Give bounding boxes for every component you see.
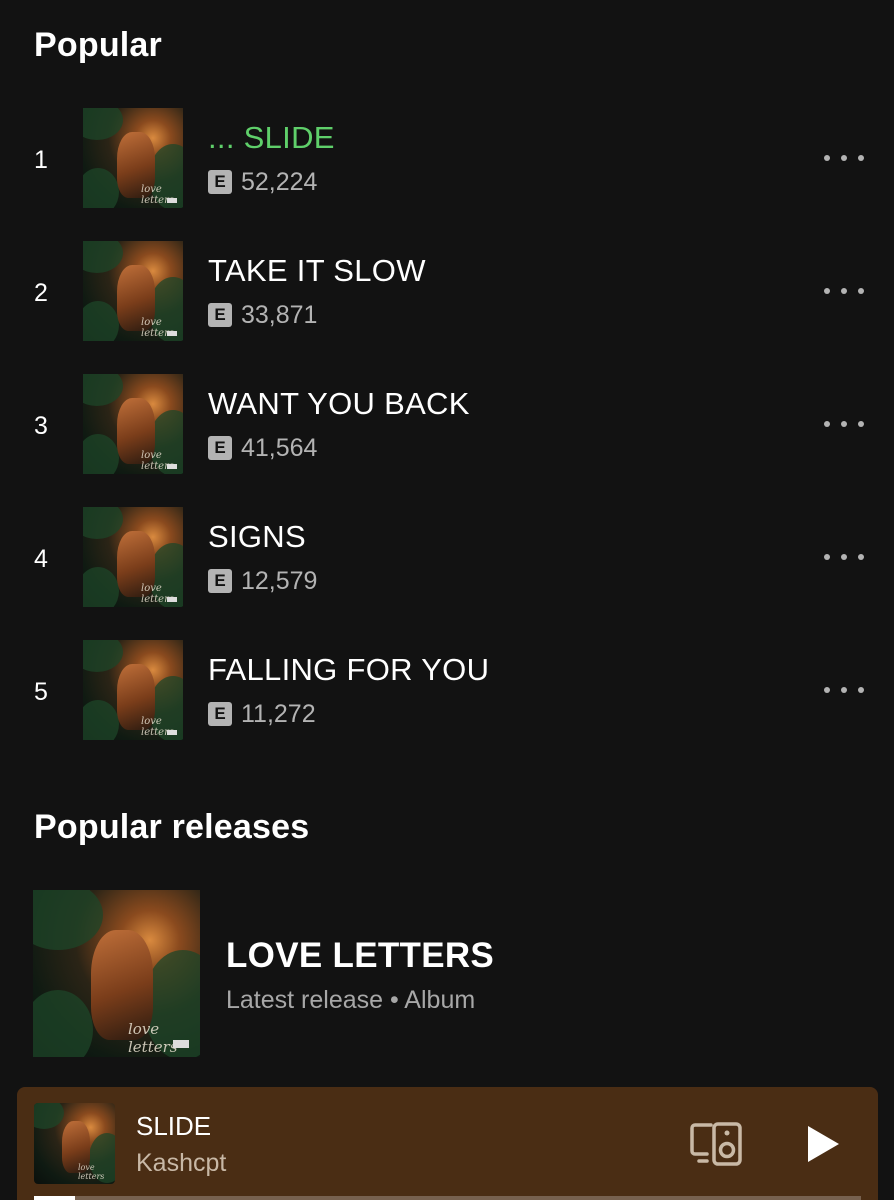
more-options-icon-dot bbox=[841, 288, 847, 294]
more-options-icon-dot bbox=[841, 687, 847, 693]
track-title: TAKE IT SLOW bbox=[208, 253, 426, 288]
track-cover: love letters bbox=[83, 507, 183, 607]
track-cover: love letters bbox=[83, 108, 183, 208]
track-meta: E 11,272 bbox=[208, 700, 316, 728]
play-count: 33,871 bbox=[241, 300, 318, 329]
track-cover: love letters bbox=[83, 640, 183, 740]
release-subtitle: Latest release • Album bbox=[226, 986, 476, 1014]
track-title: ... SLIDE bbox=[208, 120, 335, 155]
more-options-button[interactable] bbox=[824, 678, 864, 702]
more-options-icon-dot bbox=[841, 155, 847, 161]
mini-player[interactable]: love letters SLIDE Kashcpt bbox=[17, 1087, 878, 1200]
more-options-icon-dot bbox=[858, 687, 864, 693]
connect-device-icon bbox=[690, 1122, 742, 1166]
track-index: 5 bbox=[34, 678, 48, 706]
track-title: FALLING FOR YOU bbox=[208, 652, 490, 687]
album-cover: love letters bbox=[33, 890, 200, 1057]
now-playing-title: SLIDE bbox=[136, 1111, 212, 1141]
now-playing-cover: love letters bbox=[34, 1103, 115, 1184]
popular-releases-title: Popular releases bbox=[34, 808, 310, 846]
more-options-button[interactable] bbox=[824, 146, 864, 170]
track-meta: E 41,564 bbox=[208, 434, 317, 462]
more-options-icon-dot bbox=[858, 554, 864, 560]
play-count: 11,272 bbox=[241, 699, 316, 728]
play-count: 41,564 bbox=[241, 433, 318, 462]
more-options-icon bbox=[824, 687, 830, 693]
track-row[interactable]: 1 love letters ... SLIDE E 52,224 bbox=[0, 108, 894, 218]
play-count: 52,224 bbox=[241, 167, 318, 196]
more-options-icon bbox=[824, 155, 830, 161]
track-cover: love letters bbox=[83, 374, 183, 474]
track-meta: E 33,871 bbox=[208, 301, 317, 329]
playback-progress-fill bbox=[34, 1196, 75, 1200]
track-meta: E 12,579 bbox=[208, 567, 317, 595]
explicit-badge: E bbox=[208, 170, 232, 194]
connect-device-button[interactable] bbox=[689, 1121, 745, 1167]
more-options-icon bbox=[824, 554, 830, 560]
explicit-badge: E bbox=[208, 436, 232, 460]
track-index: 4 bbox=[34, 545, 48, 573]
track-index: 1 bbox=[34, 146, 48, 174]
track-row[interactable]: 3 love letters WANT YOU BACK E 41,564 bbox=[0, 374, 894, 484]
track-index: 2 bbox=[34, 279, 48, 307]
track-row[interactable]: 2 love letters TAKE IT SLOW E 33,871 bbox=[0, 241, 894, 351]
track-title: SIGNS bbox=[208, 519, 306, 554]
now-playing-artist: Kashcpt bbox=[136, 1149, 227, 1177]
explicit-badge: E bbox=[208, 569, 232, 593]
release-title: LOVE LETTERS bbox=[226, 936, 495, 975]
track-meta: E 52,224 bbox=[208, 168, 317, 196]
play-icon bbox=[808, 1126, 839, 1162]
more-options-icon bbox=[824, 421, 830, 427]
more-options-icon-dot bbox=[841, 421, 847, 427]
play-button[interactable] bbox=[801, 1123, 843, 1165]
release-item[interactable]: love letters LOVE LETTERS Latest release… bbox=[0, 890, 894, 1060]
more-options-icon-dot bbox=[858, 155, 864, 161]
track-row[interactable]: 4 love letters SIGNS E 12,579 bbox=[0, 507, 894, 617]
explicit-badge: E bbox=[208, 303, 232, 327]
more-options-icon bbox=[824, 288, 830, 294]
artist-page: Popular 1 love letters ... SLIDE E 52,22… bbox=[0, 0, 894, 1200]
more-options-icon-dot bbox=[858, 421, 864, 427]
more-options-button[interactable] bbox=[824, 279, 864, 303]
playback-progress-bar bbox=[34, 1196, 861, 1200]
explicit-badge: E bbox=[208, 702, 232, 726]
track-cover: love letters bbox=[83, 241, 183, 341]
play-count: 12,579 bbox=[241, 566, 318, 595]
popular-section-title: Popular bbox=[34, 26, 162, 64]
more-options-button[interactable] bbox=[824, 545, 864, 569]
track-index: 3 bbox=[34, 412, 48, 440]
track-row[interactable]: 5 love letters FALLING FOR YOU E 11,272 bbox=[0, 640, 894, 750]
track-title: WANT YOU BACK bbox=[208, 386, 470, 421]
more-options-button[interactable] bbox=[824, 412, 864, 436]
more-options-icon-dot bbox=[841, 554, 847, 560]
more-options-icon-dot bbox=[858, 288, 864, 294]
